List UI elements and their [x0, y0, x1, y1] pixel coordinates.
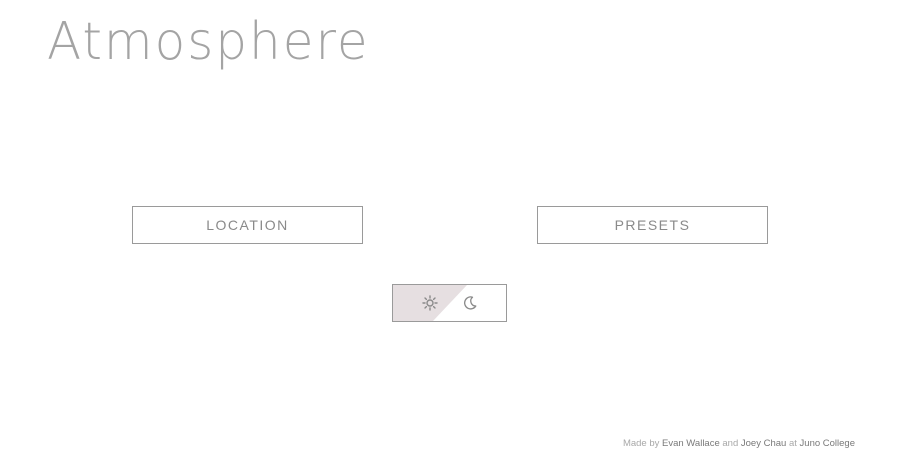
moon-icon[interactable] — [461, 294, 479, 312]
theme-toggle-active-fill — [393, 285, 467, 321]
page: Atmosphere LOCATION PRESETS Made by Evan… — [0, 0, 900, 458]
app-title: Atmosphere — [47, 11, 370, 72]
footer-credits: Made by Evan Wallace and Joey Chau at Ju… — [623, 438, 855, 449]
location-button[interactable]: LOCATION — [132, 206, 363, 244]
author-link-joey[interactable]: Joey Chau — [741, 438, 786, 449]
theme-toggle[interactable] — [392, 284, 507, 322]
footer-at: at — [788, 438, 797, 449]
footer-made-by: Made by — [622, 438, 660, 449]
author-link-evan[interactable]: Evan Wallace — [662, 438, 720, 449]
school-link[interactable]: Juno College — [800, 438, 855, 449]
footer-and: and — [722, 438, 739, 449]
sun-icon[interactable] — [421, 294, 439, 312]
presets-button[interactable]: PRESETS — [537, 206, 768, 244]
